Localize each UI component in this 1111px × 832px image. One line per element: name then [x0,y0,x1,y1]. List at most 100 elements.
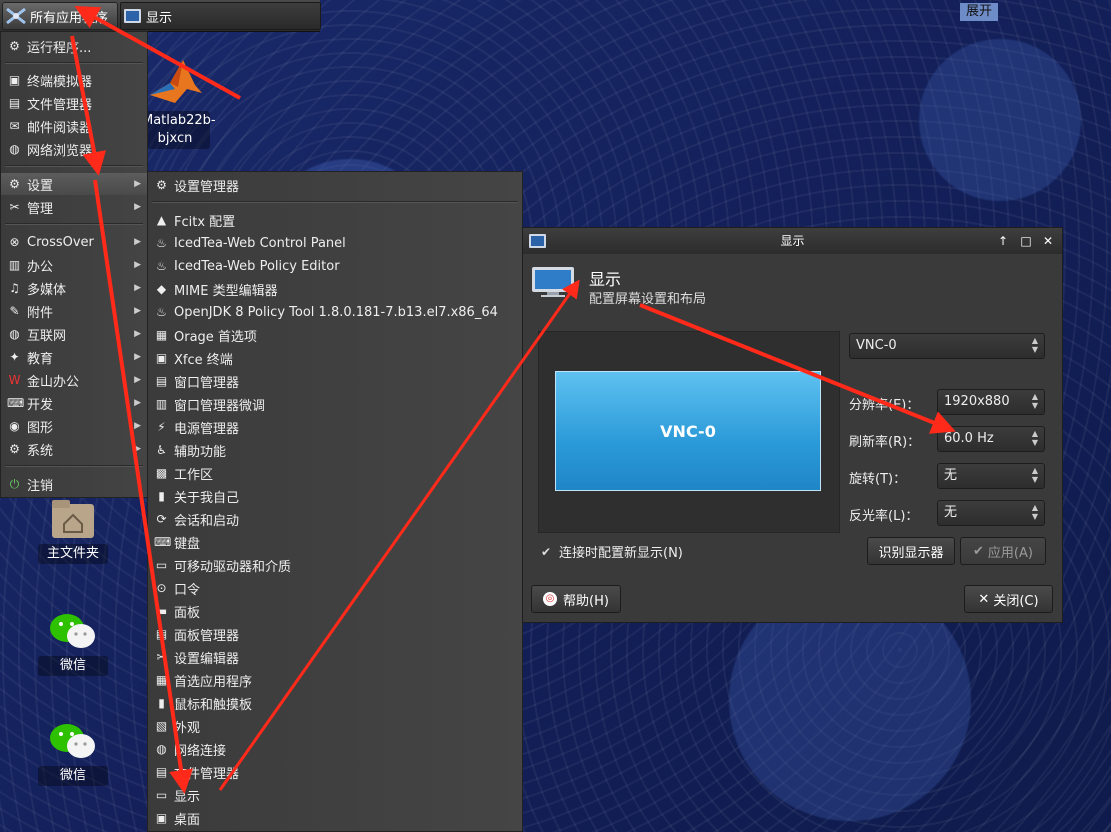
desktop-icon-wechat-1[interactable]: 微信 [38,610,108,676]
menu-item-system[interactable]: ⚙ 系统 ▶ [1,438,147,460]
submenu-item[interactable]: ♿ 辅助功能 [148,439,522,461]
window-menu-button[interactable]: ↑ [994,232,1012,250]
submenu-item[interactable]: ▣ Xfce 终端 [148,347,522,369]
refresh-rate-select[interactable]: 60.0 Hz ▲ ▼ [937,426,1045,452]
submenu-item[interactable]: ⊙ 口令 [148,577,522,599]
submenu-item[interactable]: ♨ OpenJDK 8 Policy Tool 1.8.0.181-7.b13.e… [148,301,522,323]
submenu-item[interactable]: ✂ 设置编辑器 [148,646,522,668]
submenu-item[interactable]: ◍ 网络连接 [148,738,522,760]
menu-item-logout[interactable]: ⏻ 注销 [1,473,147,495]
menu-item-label: 互联网 [27,328,67,344]
output-select[interactable]: VNC-0 ▲ ▼ [849,333,1045,359]
menu-item-browser[interactable]: ◍ 网络浏览器 [1,138,147,160]
chevron-right-icon: ▶ [134,237,141,247]
submenu-item[interactable]: ▦ Orage 首选项 [148,324,522,346]
rotation-label: 旋转(T)： [849,472,907,487]
submenu-item[interactable]: ⚡ 电源管理器 [148,416,522,438]
close-button[interactable]: ✕ 关闭(C) [964,585,1053,613]
submenu-item[interactable]: ▮ 鼠标和触摸板 [148,692,522,714]
menu-item-development[interactable]: ⌨ 开发 ▶ [1,392,147,414]
submenu-item-settings-manager[interactable]: ⚙ 设置管理器 [148,174,522,196]
menu-item-mail[interactable]: ✉ 邮件阅读器 [1,115,147,137]
desktop-icon-label: 微信 [38,766,108,786]
submenu-item[interactable]: ▤ 面板管理器 [148,623,522,645]
resolution-select[interactable]: 1920x880 ▲ ▼ [937,389,1045,415]
submenu-item[interactable]: ▬ 面板 [148,600,522,622]
applications-menu-button[interactable]: 所有应用程序 [2,2,118,30]
java-icon: ♨ [156,258,167,273]
submenu-item[interactable]: ▧ 外观 [148,715,522,737]
submenu-item[interactable]: ◆ MIME 类型编辑器 [148,278,522,300]
submenu-item-label: 口令 [174,582,201,598]
menu-item-education[interactable]: ✦ 教育 ▶ [1,346,147,368]
desktop-icon-matlab[interactable]: Matlab22b- bjxcn [140,55,216,149]
menu-item-manage[interactable]: ✂ 管理 ▶ [1,196,147,218]
terminal-icon: ▣ [155,350,168,365]
checkbox-label: 连接时配置新显示(N) [559,546,683,561]
rotation-select[interactable]: 无 ▲ ▼ [937,463,1045,489]
menu-item-run[interactable]: ⚙ 运行程序... [1,35,147,57]
menu-separator [5,465,143,467]
menu-item-file-manager[interactable]: ▤ 文件管理器 [1,92,147,114]
chevron-right-icon: ▶ [134,398,141,408]
close-button-label: 关闭(C) [993,593,1039,609]
submenu-item[interactable]: ⟳ 会话和启动 [148,508,522,530]
submenu-item[interactable]: ▤ 文件管理器 [148,761,522,783]
menu-item-multimedia[interactable]: ♫ 多媒体 ▶ [1,277,147,299]
workspace-icon: ▩ [155,465,168,480]
menu-item-office[interactable]: ▥ 办公 ▶ [1,254,147,276]
panel-manager-icon: ▤ [155,626,168,641]
wps-icon: W [8,372,21,387]
menu-item-crossover[interactable]: ⊗ CrossOver ▶ [1,231,147,253]
submenu-item[interactable]: ♨ IcedTea-Web Control Panel [148,232,522,254]
menu-item-accessories[interactable]: ✎ 附件 ▶ [1,300,147,322]
configure-new-displays-checkbox[interactable]: ✔ 连接时配置新显示(N) [541,542,683,562]
reflection-select[interactable]: 无 ▲ ▼ [937,500,1045,526]
calendar-icon: ▦ [155,327,168,342]
applications-menu: ⚙ 运行程序... ▣ 终端模拟器 ▤ 文件管理器 ✉ 邮件阅读器 ◍ 网络浏览器 ⚙ 设置… [0,31,148,498]
output-select-value: VNC-0 [856,338,897,353]
desktop-icon-home[interactable]: 主文件夹 [38,498,108,564]
mail-icon: ✉ [9,118,20,133]
monitor-icon [124,9,141,23]
submenu-item[interactable]: ▭ 显示 [148,784,522,806]
spin-arrows-icon: ▲ ▼ [1031,392,1038,410]
submenu-item[interactable]: ▣ 桌面 [148,807,522,829]
reflection-label: 反光率(L)： [849,509,919,524]
submenu-item[interactable]: ▥ 窗口管理器微调 [148,393,522,415]
apply-button[interactable]: ✔ 应用(A) [960,537,1046,565]
submenu-item[interactable]: ▲ Fcitx 配置 [148,209,522,231]
expand-button[interactable]: 展开 [960,3,998,21]
menu-item-label: 注销 [27,478,54,494]
help-button[interactable]: ◎ 帮助(H) [531,585,621,613]
submenu-item[interactable]: ♨ IcedTea-Web Policy Editor [148,255,522,277]
maximize-button[interactable]: □ [1017,232,1035,250]
globe-icon: ◍ [9,326,20,341]
checkmark-icon: ✔ [541,544,552,559]
submenu-item[interactable]: ▮ 关于我自己 [148,485,522,507]
session-icon: ⟳ [156,511,167,526]
apply-button-label: 应用(A) [987,545,1033,561]
menu-item-graphics[interactable]: ◉ 图形 ▶ [1,415,147,437]
menu-item-terminal[interactable]: ▣ 终端模拟器 [1,69,147,91]
submenu-item-label: 窗口管理器微调 [174,398,266,414]
submenu-item-label: 网络连接 [174,743,227,759]
submenu-item[interactable]: ▩ 工作区 [148,462,522,484]
menu-item-wps[interactable]: W 金山办公 ▶ [1,369,147,391]
monitor-preview[interactable]: VNC-0 [555,371,821,491]
submenu-item[interactable]: ▦ 首选应用程序 [148,669,522,691]
menu-item-internet[interactable]: ◍ 互联网 ▶ [1,323,147,345]
taskbar-item-display[interactable]: 显示 [120,2,321,30]
matlab-icon [150,60,202,103]
menu-item-label: 管理 [27,201,54,217]
submenu-item[interactable]: ⌨ 键盘 [148,531,522,553]
close-window-button[interactable]: ✕ [1039,232,1057,250]
identify-displays-button[interactable]: 识别显示器 [867,537,955,565]
submenu-item[interactable]: ▤ 窗口管理器 [148,370,522,392]
dialog-titlebar[interactable]: 显示 ↑ □ ✕ [523,228,1062,254]
menu-item-settings[interactable]: ⚙ 设置 ▶ [1,173,147,195]
desktop-icon-wechat-2[interactable]: 微信 [38,720,108,786]
display-layout-area: VNC-0 [538,331,840,533]
settings-manager-icon: ⚙ [156,177,167,192]
submenu-item[interactable]: ▭ 可移动驱动器和介质 [148,554,522,576]
